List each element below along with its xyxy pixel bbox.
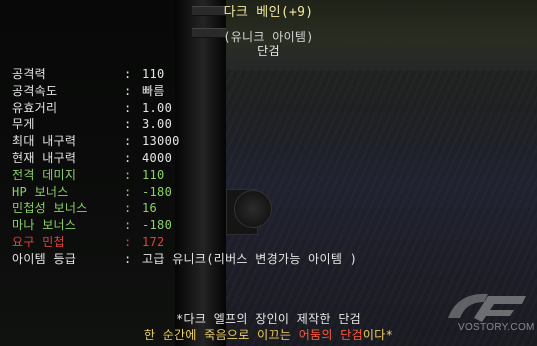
watermark-text: VOSTORY.COM xyxy=(458,322,535,333)
desc-text-end: 이다* xyxy=(362,328,394,342)
stat-separator: : xyxy=(124,67,132,81)
item-name: 다크 베인(+9) xyxy=(223,5,314,20)
stat-separator: : xyxy=(124,168,132,182)
stat-label: 유효거리 xyxy=(12,101,58,115)
stat-value: -180 xyxy=(142,218,173,232)
stat-separator: : xyxy=(124,201,132,215)
stat-label: HP 보너스 xyxy=(12,185,69,199)
stat-label: 공격력 xyxy=(12,67,47,81)
stat-separator: : xyxy=(124,134,132,148)
stat-value: 빠름 xyxy=(142,84,165,98)
stat-value: -180 xyxy=(142,185,173,199)
lock-dial-icon xyxy=(234,190,272,228)
stat-label: 공격속도 xyxy=(12,84,58,98)
stat-value: 고급 유니크(리버스 변경가능 아이템 ) xyxy=(142,252,358,266)
item-type: 단검 xyxy=(257,44,280,58)
stat-value: 4000 xyxy=(142,151,173,165)
stat-separator: : xyxy=(124,84,132,98)
stat-label: 전격 데미지 xyxy=(12,168,77,182)
desc-text: 한 순간에 죽음으로 이끄는 xyxy=(143,328,299,342)
stat-label: 현재 내구력 xyxy=(12,151,77,165)
stat-separator: : xyxy=(124,151,132,165)
desc-highlight: 어둠의 단검 xyxy=(298,328,363,342)
stat-value: 110 xyxy=(142,168,165,182)
stat-separator: : xyxy=(124,101,132,115)
stat-value: 3.00 xyxy=(142,117,173,131)
stat-value: 1.00 xyxy=(142,101,173,115)
stat-separator: : xyxy=(124,235,132,249)
stat-separator: : xyxy=(124,117,132,131)
stat-label: 요구 민첩 xyxy=(12,235,65,249)
stat-label: 마나 보너스 xyxy=(12,218,77,232)
stat-label: 무게 xyxy=(12,117,35,131)
stat-separator: : xyxy=(124,252,132,266)
stat-value: 13000 xyxy=(142,134,180,148)
stat-value: 110 xyxy=(142,67,165,81)
stat-separator: : xyxy=(124,185,132,199)
stat-label: 아이템 등급 xyxy=(12,252,77,266)
stat-label: 민첩성 보너스 xyxy=(12,201,88,215)
stat-label: 최대 내구력 xyxy=(12,134,77,148)
stat-value: 172 xyxy=(142,235,165,249)
stat-separator: : xyxy=(124,218,132,232)
item-rarity: (유니크 아이템) xyxy=(223,30,314,44)
stat-value: 16 xyxy=(142,201,158,215)
